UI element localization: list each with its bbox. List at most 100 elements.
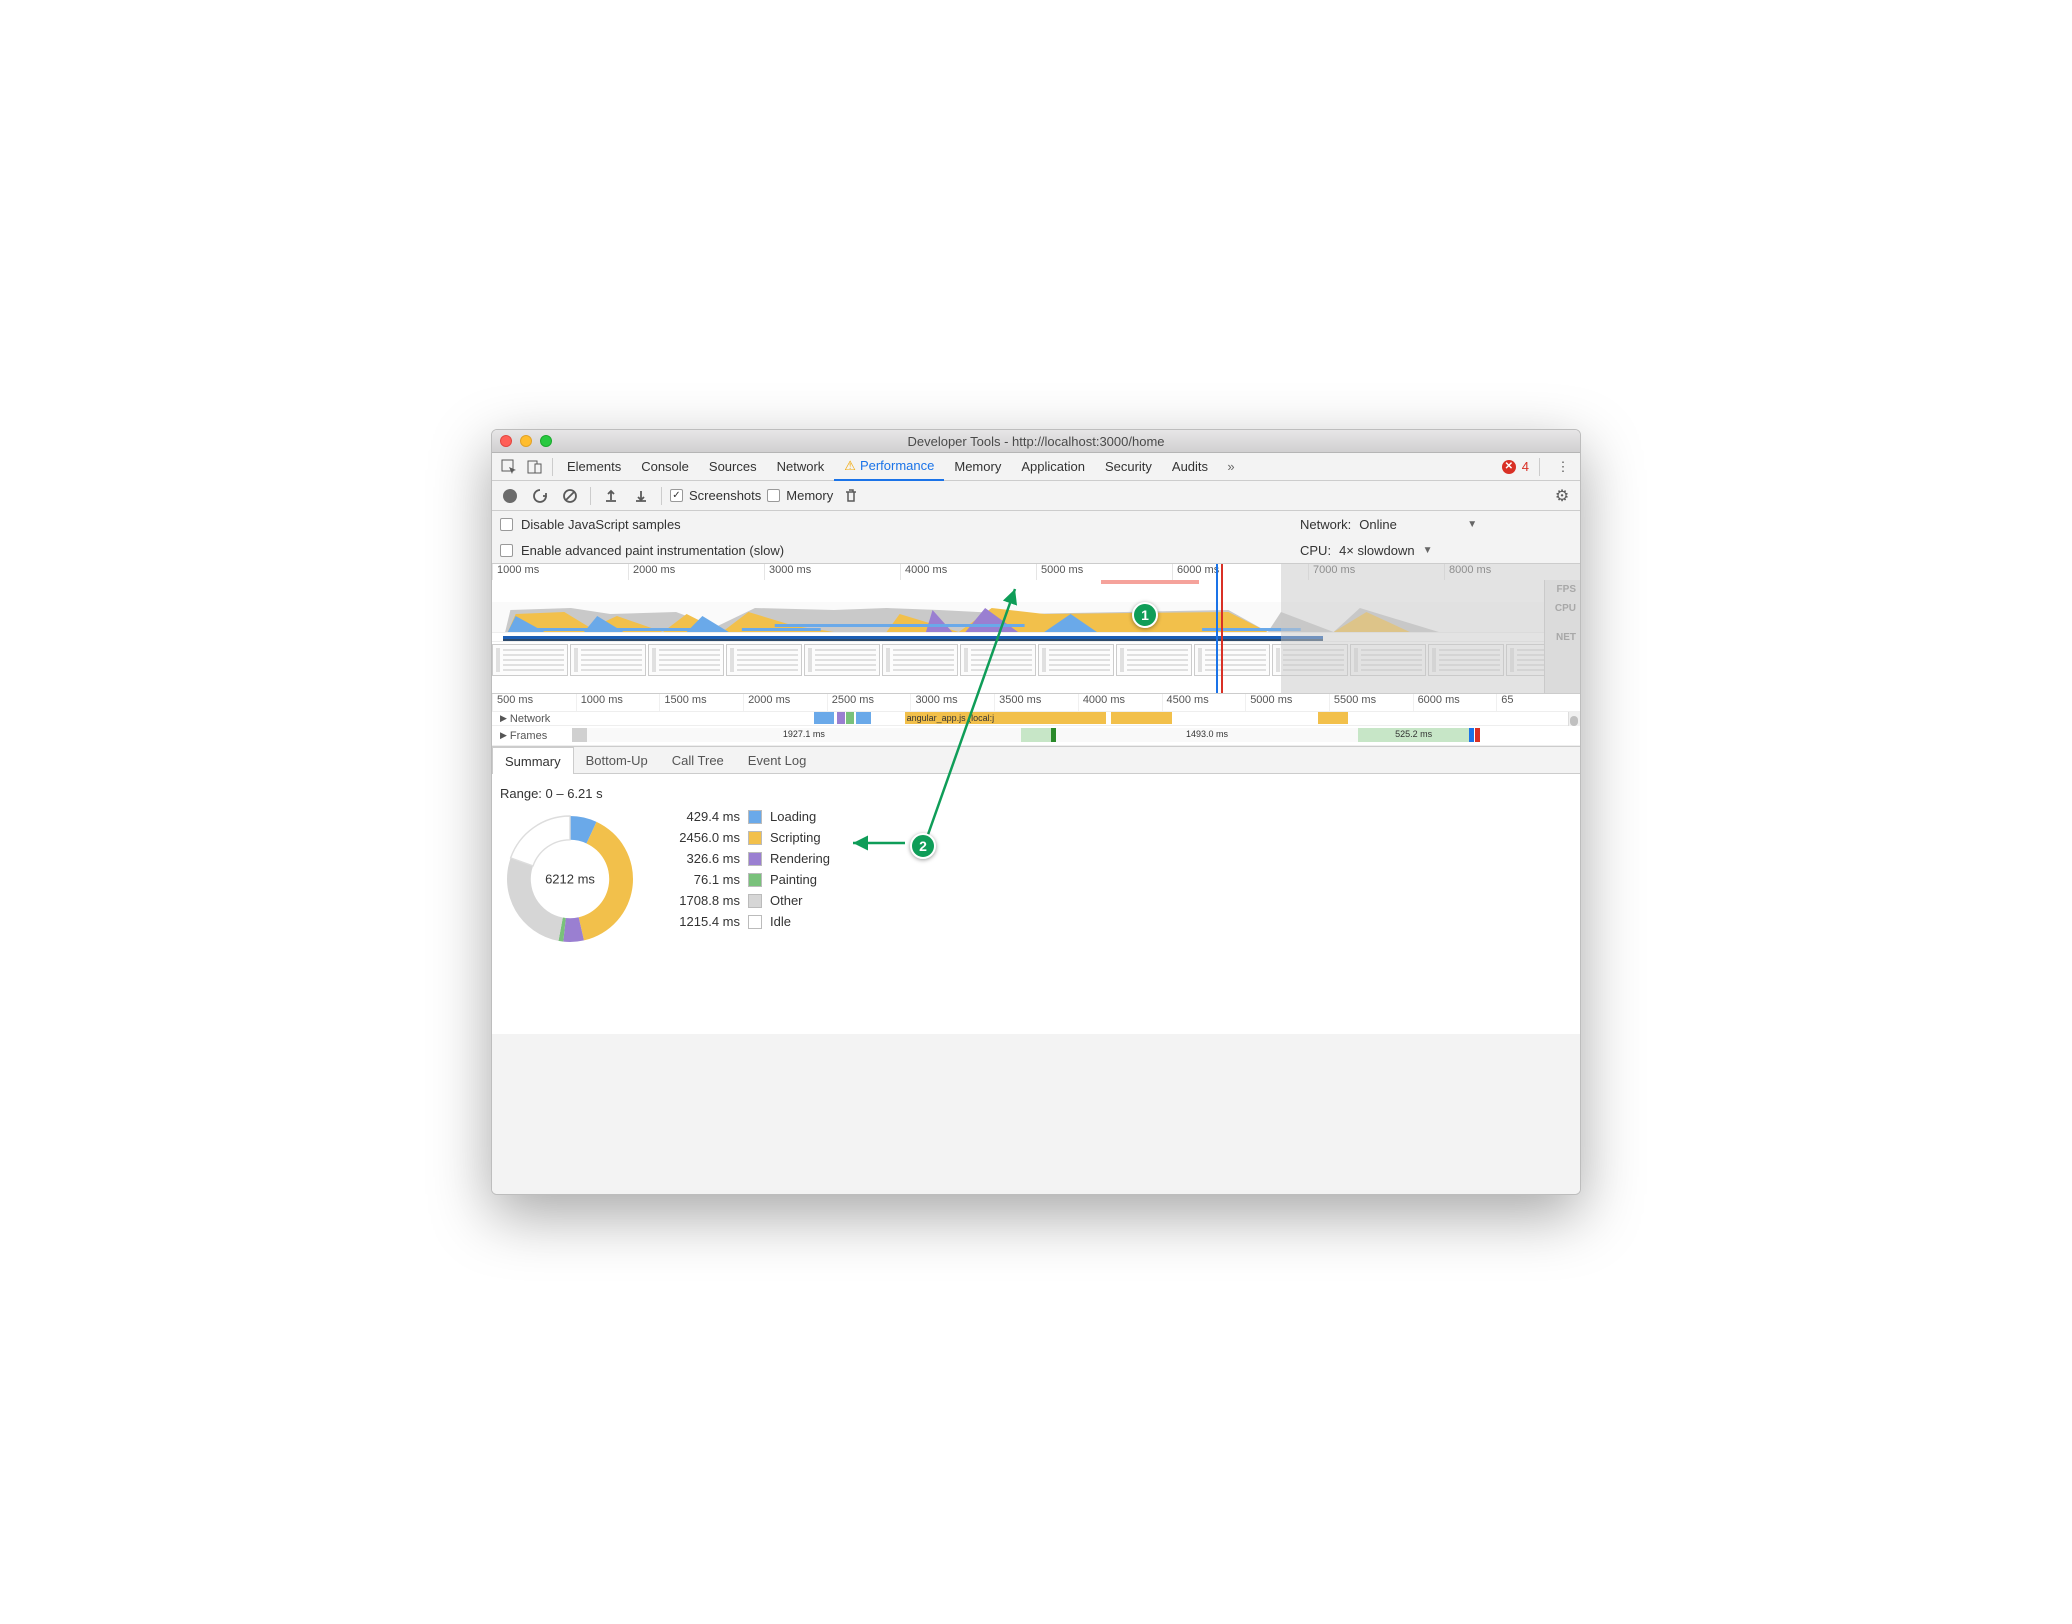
ruler-tick: 1500 ms: [659, 694, 743, 711]
filmstrip-thumb[interactable]: [882, 644, 958, 676]
kebab-menu-icon[interactable]: ⋮: [1550, 456, 1576, 478]
screenshots-checkbox[interactable]: [670, 489, 683, 502]
panel-tab-application[interactable]: Application: [1011, 453, 1095, 481]
network-throttle-dropdown[interactable]: Network: Online ▼: [1300, 511, 1477, 537]
legend-value: 1215.4 ms: [660, 914, 740, 929]
detail-tab-call-tree[interactable]: Call Tree: [660, 747, 736, 773]
clear-button[interactable]: [558, 485, 582, 507]
filmstrip-thumb[interactable]: [570, 644, 646, 676]
cpu-throttle-dropdown[interactable]: CPU: 4× slowdown ▼: [1300, 537, 1433, 563]
capture-settings-gear-icon[interactable]: ⚙: [1550, 485, 1574, 507]
detail-tab-event-log[interactable]: Event Log: [736, 747, 819, 773]
frame-segment[interactable]: 1927.1 ms: [587, 728, 1020, 742]
filmstrip-thumb[interactable]: [960, 644, 1036, 676]
frame-segment[interactable]: 525.2 ms: [1358, 728, 1469, 742]
ruler-tick: 3500 ms: [994, 694, 1078, 711]
frames-track[interactable]: ▶Frames 1927.1 ms 1493.0 ms 525.2 ms: [492, 726, 1580, 746]
tab-label: Audits: [1172, 459, 1208, 474]
device-toolbar-icon[interactable]: [522, 456, 548, 478]
legend-swatch: [748, 810, 762, 824]
overview-playhead-blue[interactable]: [1216, 564, 1218, 693]
summary-donut-chart: 6212 ms: [500, 809, 640, 949]
inspect-element-icon[interactable]: [496, 456, 522, 478]
flame-segment[interactable]: angular_app.js (local:j: [905, 712, 1107, 724]
frame-segment[interactable]: 1493.0 ms: [1056, 728, 1358, 742]
capture-options: Disable JavaScript samples Enable advanc…: [492, 511, 1580, 564]
error-badge-icon[interactable]: ✕: [1502, 460, 1516, 474]
legend-value: 429.4 ms: [660, 809, 740, 824]
cpu-value: 4× slowdown: [1339, 543, 1415, 558]
reload-record-button[interactable]: [528, 485, 552, 507]
network-track[interactable]: ▶Network angular_app.js (local:j: [492, 712, 1580, 726]
panel-tab-security[interactable]: Security: [1095, 453, 1162, 481]
legend-swatch: [748, 915, 762, 929]
filmstrip-thumb[interactable]: [648, 644, 724, 676]
network-value: Online: [1359, 517, 1459, 532]
timeline-overview[interactable]: 1000 ms2000 ms3000 ms4000 ms5000 ms6000 …: [492, 564, 1580, 694]
legend-value: 326.6 ms: [660, 851, 740, 866]
legend-swatch: [748, 873, 762, 887]
detail-tab-summary[interactable]: Summary: [492, 747, 574, 774]
overview-selection-bar: [1101, 580, 1199, 584]
cpu-label: CPU:: [1300, 543, 1331, 558]
panel-tab-console[interactable]: Console: [631, 453, 699, 481]
legend-label: Other: [770, 893, 803, 908]
tab-label: Security: [1105, 459, 1152, 474]
chevron-down-icon: ▼: [1423, 545, 1433, 556]
legend-swatch: [748, 831, 762, 845]
error-count[interactable]: 4: [1522, 459, 1529, 474]
save-profile-icon[interactable]: [629, 485, 653, 507]
legend-swatch: [748, 852, 762, 866]
warning-icon: ⚠: [844, 458, 856, 474]
filmstrip-thumb[interactable]: [1116, 644, 1192, 676]
record-button[interactable]: [498, 485, 522, 507]
more-tabs-icon[interactable]: »: [1218, 456, 1244, 478]
separator: [661, 487, 662, 505]
tab-label: Console: [641, 459, 689, 474]
expand-icon[interactable]: ▶: [500, 730, 507, 741]
filmstrip-thumb[interactable]: [1038, 644, 1114, 676]
devtools-window: Developer Tools - http://localhost:3000/…: [491, 429, 1581, 1195]
legend-label: Painting: [770, 872, 817, 887]
ruler-tick: 500 ms: [492, 694, 576, 711]
separator: [552, 458, 553, 476]
summary-pane: Range: 0 – 6.21 s 6212 ms 429.4 msLoadin…: [492, 774, 1580, 1034]
tab-label: Sources: [709, 459, 757, 474]
frames-body[interactable]: 1927.1 ms 1493.0 ms 525.2 ms: [572, 726, 1580, 745]
panel-tab-elements[interactable]: Elements: [557, 453, 631, 481]
advanced-paint-checkbox[interactable]: [500, 544, 513, 557]
expand-icon[interactable]: ▶: [500, 713, 507, 724]
filmstrip-thumb[interactable]: [492, 644, 568, 676]
legend-label: Loading: [770, 809, 816, 824]
ruler-tick: 2000 ms: [743, 694, 827, 711]
panel-tabs-row: Elements Console Sources Network ⚠ Performanc…: [492, 453, 1580, 481]
panel-tab-network[interactable]: Network: [767, 453, 835, 481]
overview-playhead-red[interactable]: [1221, 564, 1223, 693]
ruler-tick: 6000 ms: [1413, 694, 1497, 711]
garbage-collect-icon[interactable]: [839, 485, 863, 507]
legend-label: Idle: [770, 914, 791, 929]
ruler-tick: 5000 ms: [1036, 564, 1172, 580]
tab-label: Application: [1021, 459, 1085, 474]
legend-label: Scripting: [770, 830, 821, 845]
panel-tab-audits[interactable]: Audits: [1162, 453, 1218, 481]
ruler-tick: 5000 ms: [1245, 694, 1329, 711]
load-profile-icon[interactable]: [599, 485, 623, 507]
memory-checkbox[interactable]: [767, 489, 780, 502]
tab-label: Network: [777, 459, 825, 474]
panel-tab-sources[interactable]: Sources: [699, 453, 767, 481]
ruler-tick: 4000 ms: [1078, 694, 1162, 711]
filmstrip-thumb[interactable]: [726, 644, 802, 676]
ruler-tick: 2500 ms: [827, 694, 911, 711]
legend-value: 76.1 ms: [660, 872, 740, 887]
detail-tab-bottom-up[interactable]: Bottom-Up: [574, 747, 660, 773]
legend-row: 429.4 ms Loading: [660, 809, 830, 824]
detail-ruler[interactable]: 500 ms1000 ms1500 ms2000 ms2500 ms3000 m…: [492, 694, 1580, 712]
panel-tab-performance[interactable]: ⚠ Performance: [834, 453, 944, 481]
panel-tab-memory[interactable]: Memory: [944, 453, 1011, 481]
screenshots-label: Screenshots: [689, 488, 761, 503]
disable-js-samples-checkbox[interactable]: [500, 518, 513, 531]
filmstrip-thumb[interactable]: [804, 644, 880, 676]
tab-label: Performance: [860, 458, 934, 473]
filmstrip-thumb[interactable]: [1194, 644, 1270, 676]
